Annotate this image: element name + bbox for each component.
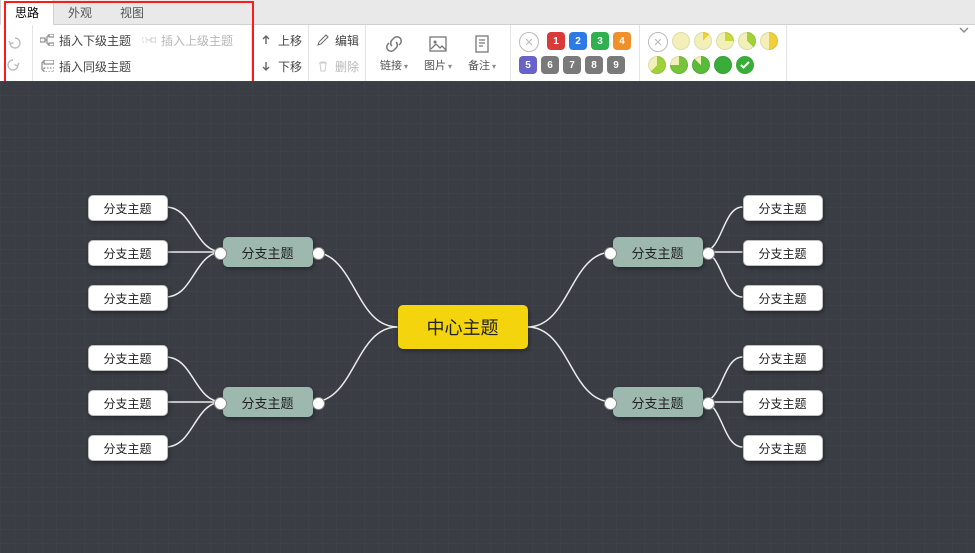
progress-87[interactable] xyxy=(692,56,710,74)
progress-0[interactable] xyxy=(672,32,690,50)
priority-4[interactable]: 4 xyxy=(613,32,631,50)
link-label: 链接 xyxy=(380,60,402,72)
chevron-down-icon: ▾ xyxy=(492,62,496,71)
collapse-handle[interactable] xyxy=(604,247,617,260)
branch-topic[interactable]: 分支主题 xyxy=(223,387,313,417)
tab-style[interactable]: 外观 xyxy=(54,0,106,24)
link-icon xyxy=(383,33,405,55)
insert-child-label: 插入下级主题 xyxy=(59,32,131,49)
image-icon xyxy=(427,33,449,55)
note-icon xyxy=(471,33,493,55)
mindmap-canvas[interactable]: 中心主题分支主题分支主题分支主题分支主题分支主题分支主题分支主题分支主题分支主题… xyxy=(0,81,975,553)
undo-button[interactable] xyxy=(6,31,26,53)
leaf-topic[interactable]: 分支主题 xyxy=(88,435,168,461)
tab-bar: 思路 外观 视图 xyxy=(0,0,975,25)
leaf-topic[interactable]: 分支主题 xyxy=(88,195,168,221)
center-topic[interactable]: 中心主题 xyxy=(398,305,528,349)
group-move: 上移 下移 xyxy=(252,25,309,81)
arrow-up-icon xyxy=(258,32,274,48)
progress-75[interactable] xyxy=(670,56,688,74)
collapse-handle[interactable] xyxy=(214,247,227,260)
leaf-topic[interactable]: 分支主题 xyxy=(743,285,823,311)
insert-parent-label: 插入上级主题 xyxy=(161,32,233,49)
insert-parent-button[interactable]: 插入上级主题 xyxy=(141,29,233,51)
priority-2[interactable]: 2 xyxy=(569,32,587,50)
leaf-topic[interactable]: 分支主题 xyxy=(743,240,823,266)
priority-5[interactable]: 5 xyxy=(519,56,537,74)
delete-button[interactable]: 删除 xyxy=(315,55,359,77)
branch-topic[interactable]: 分支主题 xyxy=(613,237,703,267)
insert-sibling-button[interactable]: 插入同级主题 xyxy=(39,55,245,77)
progress-37[interactable] xyxy=(738,32,756,50)
group-progress: ✕ xyxy=(640,25,787,81)
insert-sibling-icon xyxy=(39,58,55,74)
leaf-topic[interactable]: 分支主题 xyxy=(88,240,168,266)
leaf-topic[interactable]: 分支主题 xyxy=(88,390,168,416)
collapse-handle[interactable] xyxy=(702,247,715,260)
insert-parent-icon xyxy=(141,32,157,48)
collapse-handle[interactable] xyxy=(702,397,715,410)
progress-50[interactable] xyxy=(760,32,778,50)
priority-7[interactable]: 7 xyxy=(563,56,581,74)
progress-12[interactable] xyxy=(694,32,712,50)
chevron-down-icon: ▾ xyxy=(448,62,452,71)
tab-mind[interactable]: 思路 xyxy=(0,0,54,25)
edit-button[interactable]: 编辑 xyxy=(315,29,359,51)
branch-topic[interactable]: 分支主题 xyxy=(613,387,703,417)
pencil-icon xyxy=(315,32,331,48)
priority-9[interactable]: 9 xyxy=(607,56,625,74)
move-down-button[interactable]: 下移 xyxy=(258,55,302,77)
arrow-down-icon xyxy=(258,58,274,74)
group-insert: 插入下级主题 插入上级主题 插入同级主题 xyxy=(33,25,252,81)
insert-sibling-label: 插入同级主题 xyxy=(59,58,131,75)
insert-child-button[interactable]: 插入下级主题 xyxy=(39,29,131,51)
group-attach: 链接▾ 图片▾ 备注▾ xyxy=(366,25,511,81)
branch-topic[interactable]: 分支主题 xyxy=(223,237,313,267)
leaf-topic[interactable]: 分支主题 xyxy=(743,390,823,416)
progress-25[interactable] xyxy=(716,32,734,50)
priority-8[interactable]: 8 xyxy=(585,56,603,74)
leaf-topic[interactable]: 分支主题 xyxy=(88,285,168,311)
image-button[interactable]: 图片▾ xyxy=(416,29,460,77)
edit-label: 编辑 xyxy=(335,32,359,49)
link-button[interactable]: 链接▾ xyxy=(372,29,416,77)
move-down-label: 下移 xyxy=(278,58,302,75)
image-label: 图片 xyxy=(424,60,446,72)
note-button[interactable]: 备注▾ xyxy=(460,29,504,77)
collapse-handle[interactable] xyxy=(312,247,325,260)
leaf-topic[interactable]: 分支主题 xyxy=(743,345,823,371)
leaf-topic[interactable]: 分支主题 xyxy=(88,345,168,371)
collapse-handle[interactable] xyxy=(312,397,325,410)
collapse-handle[interactable] xyxy=(214,397,227,410)
leaf-topic[interactable]: 分支主题 xyxy=(743,435,823,461)
toolbar: 插入下级主题 插入上级主题 插入同级主题 上移 xyxy=(0,25,975,82)
chevron-down-icon: ▾ xyxy=(404,62,408,71)
priority-6[interactable]: 6 xyxy=(541,56,559,74)
progress-done[interactable] xyxy=(736,56,754,74)
trash-icon xyxy=(315,58,331,74)
redo-button[interactable] xyxy=(6,53,26,75)
insert-child-icon xyxy=(39,32,55,48)
undo-icon xyxy=(6,34,22,50)
group-edit: 编辑 删除 xyxy=(309,25,366,81)
priority-clear[interactable]: ✕ xyxy=(519,32,539,52)
tab-view[interactable]: 视图 xyxy=(106,0,158,24)
leaf-topic[interactable]: 分支主题 xyxy=(743,195,823,221)
collapse-handle[interactable] xyxy=(604,397,617,410)
priority-1[interactable]: 1 xyxy=(547,32,565,50)
move-up-button[interactable]: 上移 xyxy=(258,29,302,51)
group-history xyxy=(0,25,33,81)
note-label: 备注 xyxy=(468,60,490,72)
progress-62[interactable] xyxy=(648,56,666,74)
delete-label: 删除 xyxy=(335,58,359,75)
redo-icon xyxy=(6,56,22,72)
priority-3[interactable]: 3 xyxy=(591,32,609,50)
chevron-down-icon xyxy=(959,25,969,35)
progress-clear[interactable]: ✕ xyxy=(648,32,668,52)
group-priority: ✕ 1234 56789 xyxy=(511,25,640,81)
toolbar-overflow[interactable] xyxy=(787,25,975,35)
move-up-label: 上移 xyxy=(278,32,302,49)
progress-100[interactable] xyxy=(714,56,732,74)
